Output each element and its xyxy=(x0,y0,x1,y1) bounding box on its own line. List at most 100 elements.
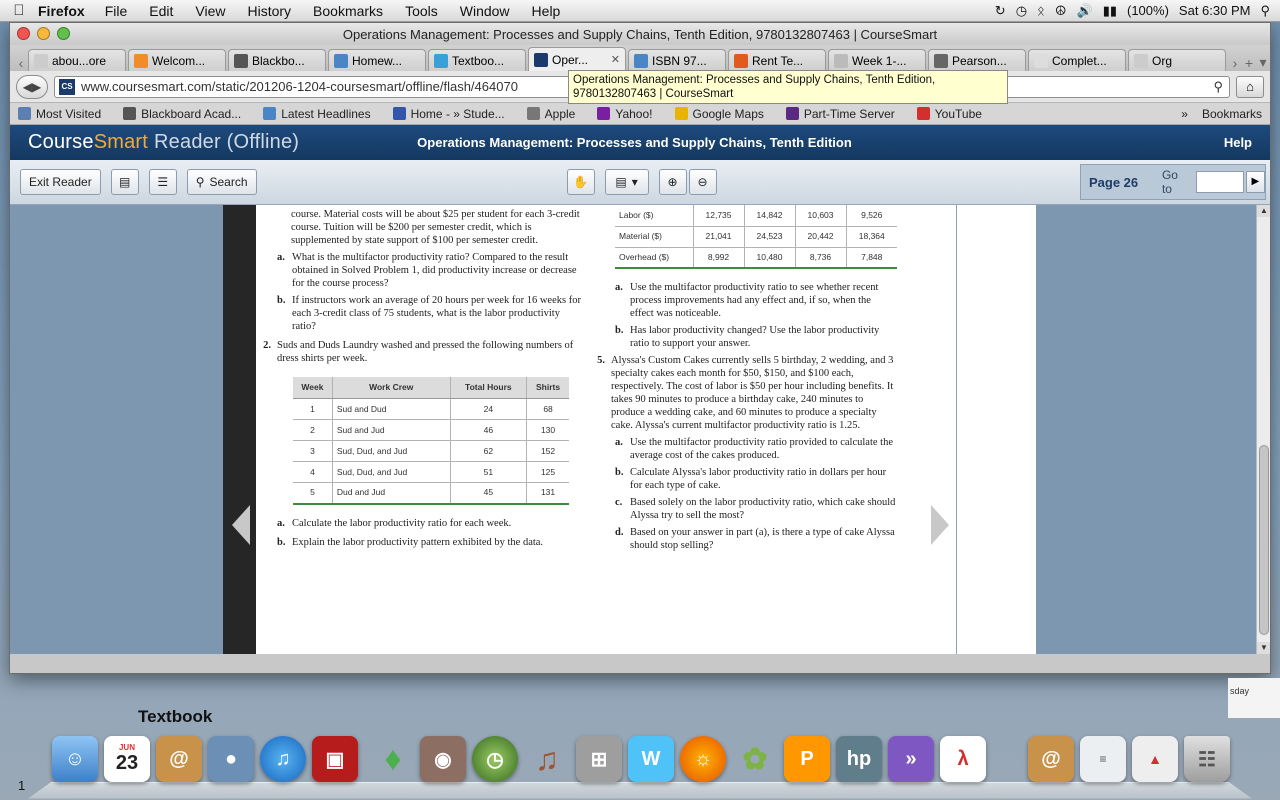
bookmark-item[interactable]: Google Maps xyxy=(674,107,764,121)
scroll-down-icon[interactable]: ▼ xyxy=(1257,642,1270,654)
search-icon[interactable]: ⚲ xyxy=(1213,79,1223,95)
bookmark-item[interactable]: Blackboard Acad... xyxy=(123,107,241,121)
firefox-dock-icon[interactable]: ☼ xyxy=(680,736,726,782)
bookmarks-menu-button[interactable]: Bookmarks xyxy=(1202,107,1262,121)
new-tab-icon[interactable]: + xyxy=(1242,55,1256,71)
browser-tab[interactable]: Rent Te... xyxy=(728,49,826,71)
volume-icon[interactable]: 🔊 xyxy=(1077,3,1093,19)
browser-tab[interactable]: ISBN 97... xyxy=(628,49,726,71)
bookmark-item[interactable]: Latest Headlines xyxy=(263,107,371,121)
photo-booth-icon[interactable]: ▣ xyxy=(312,736,358,782)
tab-favicon-icon xyxy=(134,53,148,68)
label-5b: b. xyxy=(615,467,624,478)
zoom-window-button[interactable] xyxy=(57,27,70,40)
calculator-icon[interactable]: ⊞ xyxy=(576,736,622,782)
menu-view[interactable]: View xyxy=(195,3,225,19)
document-icon[interactable]: ≡ xyxy=(1080,736,1126,782)
pan-hand-icon[interactable]: ✋ xyxy=(566,169,595,195)
bookmarks-overflow-icon[interactable]: » xyxy=(1181,107,1188,121)
iphoto-icon[interactable]: ● xyxy=(208,736,254,782)
bookmark-item[interactable]: Most Visited xyxy=(18,107,101,121)
sims-icon[interactable]: ♦ xyxy=(370,736,416,782)
image-capture-icon[interactable]: ◉ xyxy=(420,736,466,782)
menu-tools[interactable]: Tools xyxy=(405,3,438,19)
goto-page-input[interactable] xyxy=(1195,171,1244,193)
trash-icon[interactable]: ☷ xyxy=(1184,736,1230,782)
garageband-icon[interactable]: ♫ xyxy=(524,736,570,782)
bookmark-label: YouTube xyxy=(934,106,982,121)
scroll-thumb[interactable] xyxy=(1259,445,1269,635)
zoom-out-icon[interactable]: ⊖ xyxy=(688,169,717,195)
browser-tab[interactable]: Complet... xyxy=(1028,49,1126,71)
next-page-arrow-icon[interactable] xyxy=(931,505,949,545)
apple-menu-icon[interactable]:  xyxy=(0,2,38,19)
battery-icon[interactable]: ▮▮ xyxy=(1103,3,1117,19)
bookmark-item[interactable]: Yahoo! xyxy=(597,107,653,121)
browser-tab[interactable]: Textboo... xyxy=(428,49,526,71)
browser-tab[interactable]: Welcom... xyxy=(128,49,226,71)
site-identity-icon[interactable]: CS xyxy=(59,78,75,95)
browser-tab[interactable]: Homew... xyxy=(328,49,426,71)
search-button[interactable]: ⚲ Search xyxy=(186,169,257,195)
browser-tab[interactable]: Pearson... xyxy=(928,49,1026,71)
desktop-item-label[interactable]: Textbook xyxy=(138,707,212,727)
calendar-icon[interactable]: JUN 23 xyxy=(104,736,150,782)
home-button[interactable]: ⌂ xyxy=(1236,75,1264,98)
wifi-icon[interactable]: ☮ xyxy=(1055,3,1067,19)
browser-tab[interactable]: Oper... ✕ xyxy=(528,47,626,71)
browser-tab[interactable]: abou...ore xyxy=(28,49,126,71)
table-cell: Sud and Dud xyxy=(331,398,451,420)
bluetooth-icon[interactable]: ᛟ xyxy=(1037,3,1045,18)
menu-edit[interactable]: Edit xyxy=(149,3,173,19)
tab-scroll-left-icon[interactable]: ‹ xyxy=(14,55,28,71)
browser-tab[interactable]: Week 1-... xyxy=(828,49,926,71)
bookmark-item[interactable]: Part-Time Server xyxy=(785,107,895,121)
menu-help[interactable]: Help xyxy=(532,3,561,19)
exit-reader-button[interactable]: Exit Reader xyxy=(20,169,101,195)
goto-arrow-icon[interactable]: ▶ xyxy=(1245,171,1265,193)
bookmark-item[interactable]: Home - » Stude... xyxy=(392,107,505,121)
contacts-icon[interactable]: @ xyxy=(1028,736,1074,782)
table-cell: 46 xyxy=(449,419,527,441)
onenote-icon[interactable]: » xyxy=(888,736,934,782)
app-menu[interactable]: Firefox xyxy=(38,3,85,19)
minimize-window-button[interactable] xyxy=(37,27,50,40)
powerpoint-icon[interactable]: P xyxy=(784,736,830,782)
url-text[interactable]: www.coursesmart.com/static/201206-1204-c… xyxy=(81,79,518,94)
bookmark-item[interactable]: YouTube xyxy=(916,106,982,121)
vertical-scrollbar[interactable]: ▲ ▼ xyxy=(1256,205,1270,654)
tab-scroll-right-icon[interactable]: › xyxy=(1228,55,1242,71)
scroll-up-icon[interactable]: ▲ xyxy=(1257,205,1270,217)
time-machine-icon[interactable]: ◷ xyxy=(1016,3,1027,19)
menu-history[interactable]: History xyxy=(247,3,291,19)
browser-tab[interactable]: Blackbo... xyxy=(228,49,326,71)
menu-window[interactable]: Window xyxy=(460,3,510,19)
toc-list-icon[interactable]: ☰ xyxy=(148,169,177,195)
clock[interactable]: Sat 6:30 PM xyxy=(1179,3,1251,18)
word-icon[interactable]: W xyxy=(628,736,674,782)
time-machine-dock-icon[interactable]: ◷ xyxy=(472,736,518,782)
previous-page-arrow-icon[interactable] xyxy=(232,505,250,545)
table-row: 1 Sud and Dud 24 68 xyxy=(293,398,569,420)
sync-icon[interactable]: ↻ xyxy=(995,3,1006,19)
tab-list-icon[interactable]: ▾ xyxy=(1256,54,1270,71)
itunes-icon[interactable]: ♫ xyxy=(260,736,306,782)
acrobat-icon[interactable]: λ xyxy=(940,736,986,782)
zoom-in-icon[interactable]: ⊕ xyxy=(658,169,687,195)
browser-tab[interactable]: Org xyxy=(1128,49,1226,71)
back-button[interactable]: ◀▶ xyxy=(16,74,48,99)
menu-file[interactable]: File xyxy=(105,3,128,19)
finder-icon[interactable]: ☺ xyxy=(52,736,98,782)
hp-printer-icon[interactable]: hp xyxy=(836,736,882,782)
downloads-stack-icon[interactable]: ▲ xyxy=(1132,736,1178,782)
page-view-dropdown[interactable]: ▤ ▾ xyxy=(604,169,649,195)
bookmark-item[interactable]: Apple xyxy=(526,107,575,121)
excel-icon[interactable]: ✿ xyxy=(732,736,778,782)
menu-bookmarks[interactable]: Bookmarks xyxy=(313,3,383,19)
close-window-button[interactable] xyxy=(17,27,30,40)
notes-icon[interactable]: ▤ xyxy=(110,169,139,195)
help-link[interactable]: Help xyxy=(1224,135,1252,150)
address-book-icon[interactable]: @ xyxy=(156,736,202,782)
spotlight-icon[interactable]: ⚲ xyxy=(1260,3,1270,19)
tab-close-icon[interactable]: ✕ xyxy=(611,53,620,66)
